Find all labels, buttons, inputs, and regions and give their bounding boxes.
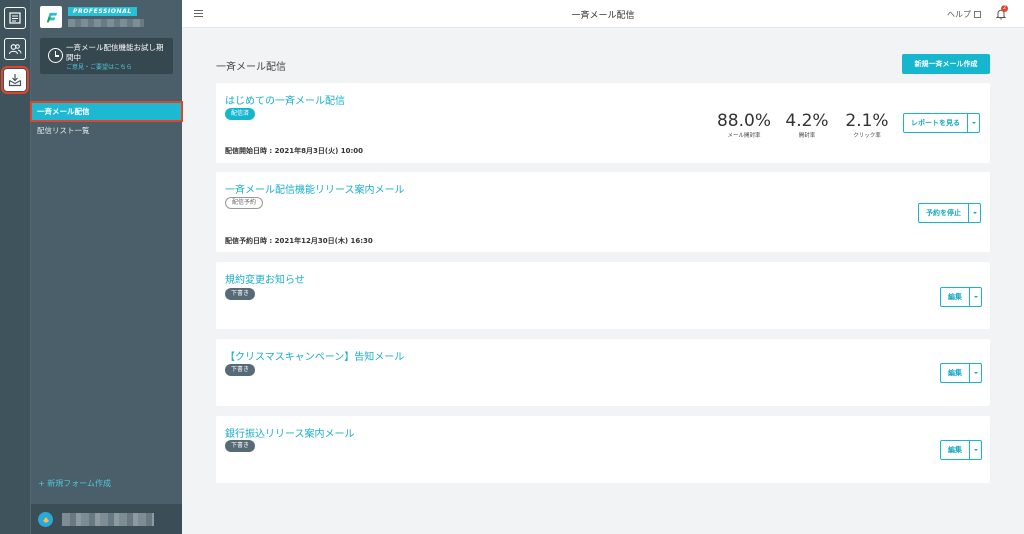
edit-split-button: 編集 xyxy=(940,440,982,460)
status-badge: 配信済 xyxy=(225,108,256,120)
sidebar-item-broadcast[interactable]: 一斉メール配信 xyxy=(30,101,183,122)
help-label: ヘルプ xyxy=(947,10,971,19)
new-form-link[interactable]: + 新規フォーム作成 xyxy=(38,478,111,489)
broadcast-card: 【クリスマスキャンペーン】告知メール 下書き 編集 xyxy=(216,339,990,406)
user-bar[interactable] xyxy=(31,504,182,534)
schedule-split-button: 予約を停止 xyxy=(918,203,981,223)
users-icon[interactable] xyxy=(4,38,26,60)
section-heading: 一斉メール配信 xyxy=(216,62,286,73)
chevron-down-icon[interactable] xyxy=(969,364,981,382)
status-badge: 下書き xyxy=(225,440,256,452)
stat-open: 4.2% 開封率 xyxy=(785,111,829,139)
card-title[interactable]: 規約変更お知らせ xyxy=(225,271,305,286)
avatar[interactable] xyxy=(38,512,53,527)
stat-open-rate: 88.0% メール開封率 xyxy=(716,111,771,139)
broadcast-card: 規約変更お知らせ 下書き 編集 xyxy=(216,262,990,329)
card-title[interactable]: 銀行振込リリース案内メール xyxy=(225,425,355,440)
broadcast-card: 一斉メール配信機能リリース案内メール 配信予約 配信予約日時 : 2021年12… xyxy=(216,172,990,252)
chevron-down-icon[interactable] xyxy=(969,288,981,306)
page-title: 一斉メール配信 xyxy=(571,11,635,21)
chevron-down-icon[interactable] xyxy=(967,114,979,132)
edit-button[interactable]: 編集 xyxy=(941,364,969,382)
stat-click-rate: 2.1% クリック率 xyxy=(845,111,889,139)
trial-notice: 一斉メール配信機能お試し期間中 ご意見・ご要望はこちら xyxy=(40,38,173,74)
user-name xyxy=(62,513,154,526)
edit-button[interactable]: 編集 xyxy=(941,288,969,306)
clock-icon xyxy=(48,48,63,63)
status-badge: 下書き xyxy=(225,288,256,300)
top-bar: 一斉メール配信 ヘルプ 2 xyxy=(182,0,1024,28)
chevron-down-icon[interactable] xyxy=(968,204,980,222)
edit-button[interactable]: 編集 xyxy=(941,441,969,459)
card-title[interactable]: 一斉メール配信機能リリース案内メール xyxy=(225,181,405,196)
external-link-icon xyxy=(974,11,981,18)
plan-badge: PROFESSIONAL xyxy=(68,7,137,16)
edit-split-button: 編集 xyxy=(940,363,982,383)
sidebar-item-delivery-lists[interactable]: 配信リスト一覧 xyxy=(31,121,182,140)
card-title[interactable]: はじめての一斉メール配信 xyxy=(225,92,345,107)
chevron-down-icon[interactable] xyxy=(969,441,981,459)
stop-schedule-button[interactable]: 予約を停止 xyxy=(919,204,968,222)
app-logo[interactable] xyxy=(40,6,62,28)
sidebar: PROFESSIONAL 一斉メール配信機能お試し期間中 ご意見・ご要望はこちら… xyxy=(30,0,183,534)
edit-split-button: 編集 xyxy=(940,287,982,307)
broadcast-card: 銀行振込リリース案内メール 下書き 編集 xyxy=(216,416,990,483)
new-broadcast-button[interactable]: 新規一斉メール作成 xyxy=(902,54,990,74)
card-date: 配信予約日時 : 2021年12月30日(木) 16:30 xyxy=(225,237,373,245)
report-split-button: レポートを見る xyxy=(903,113,980,133)
help-link[interactable]: ヘルプ xyxy=(947,9,981,20)
notification-badge: 2 xyxy=(1001,5,1008,12)
status-badge: 下書き xyxy=(225,364,256,376)
card-date: 配信開始日時 : 2021年8月3日(火) 10:00 xyxy=(225,147,364,155)
icon-rail xyxy=(0,0,31,534)
status-badge: 配信予約 xyxy=(225,197,264,209)
form-list-icon[interactable] xyxy=(4,7,26,29)
card-title[interactable]: 【クリスマスキャンペーン】告知メール xyxy=(225,348,404,363)
mail-download-icon[interactable] xyxy=(1,66,29,94)
feedback-link[interactable]: ご意見・ご要望はこちら xyxy=(66,62,132,71)
trial-text: 一斉メール配信機能お試し期間中 xyxy=(66,43,164,62)
account-name xyxy=(68,19,144,27)
view-report-button[interactable]: レポートを見る xyxy=(904,114,967,132)
broadcast-card: はじめての一斉メール配信 配信済 配信開始日時 : 2021年8月3日(火) 1… xyxy=(216,83,990,163)
